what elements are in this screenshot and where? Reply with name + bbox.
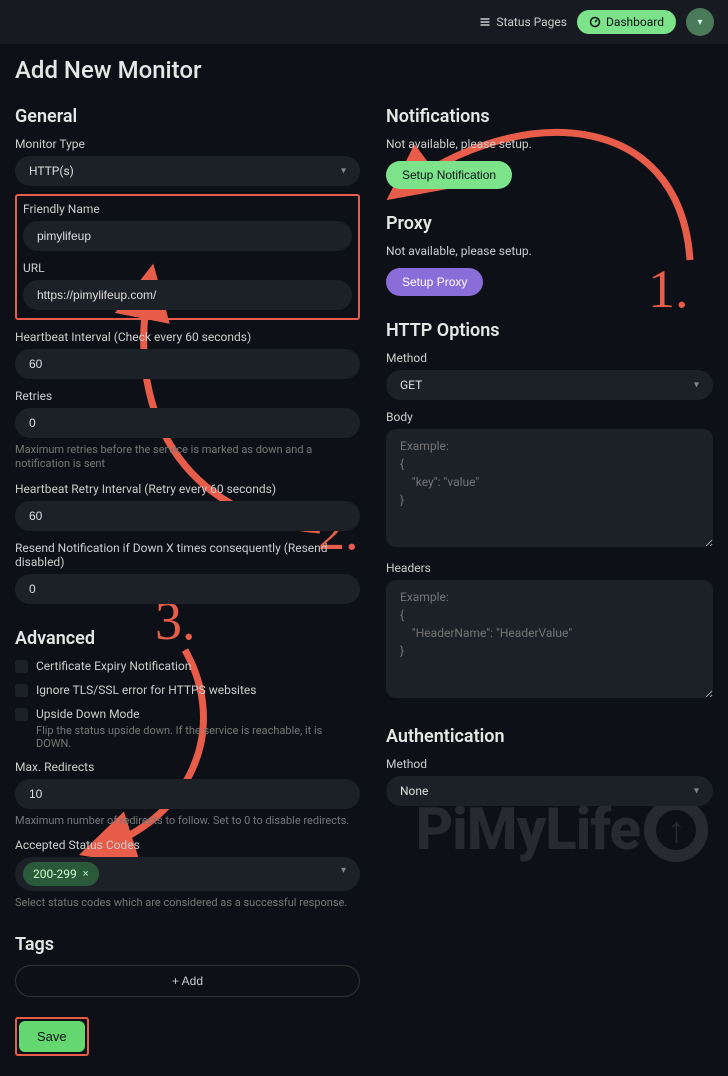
- highlight-box-name-url: Friendly Name URL: [15, 194, 360, 320]
- page-title: Add New Monitor: [15, 56, 713, 84]
- method-label: Method: [386, 351, 713, 365]
- resend-input[interactable]: [15, 574, 360, 604]
- close-icon[interactable]: ×: [83, 867, 89, 880]
- notifications-heading: Notifications: [386, 106, 713, 127]
- setup-proxy-button[interactable]: Setup Proxy: [386, 268, 483, 296]
- max-redirects-input[interactable]: [15, 779, 360, 809]
- max-redirects-label: Max. Redirects: [15, 760, 360, 774]
- topbar: Status Pages Dashboard ▾: [0, 0, 728, 44]
- user-avatar[interactable]: ▾: [686, 8, 714, 36]
- highlight-box-save: Save: [15, 1017, 89, 1056]
- cert-expiry-checkbox[interactable]: Certificate Expiry Notification: [15, 659, 360, 673]
- ignore-tls-label: Ignore TLS/SSL error for HTTPS websites: [36, 683, 256, 697]
- gauge-icon: [589, 16, 601, 28]
- auth-method-select[interactable]: None: [386, 776, 713, 806]
- list-icon: [479, 16, 491, 28]
- max-redirects-hint: Maximum number of redirects to follow. S…: [15, 814, 360, 828]
- headers-label: Headers: [386, 561, 713, 575]
- headers-textarea[interactable]: [386, 580, 713, 698]
- tags-heading: Tags: [15, 934, 360, 955]
- upside-down-label: Upside Down Mode: [36, 707, 140, 721]
- status-code-chip-label: 200-299: [33, 867, 77, 881]
- retry-interval-input[interactable]: [15, 501, 360, 531]
- friendly-name-label: Friendly Name: [23, 202, 352, 216]
- url-input[interactable]: [23, 280, 352, 310]
- status-codes-hint: Select status codes which are considered…: [15, 896, 360, 910]
- body-label: Body: [386, 410, 713, 424]
- notifications-not-available: Not available, please setup.: [386, 137, 713, 151]
- method-select[interactable]: GET: [386, 370, 713, 400]
- status-codes-select[interactable]: 200-299 ×: [15, 857, 360, 891]
- status-pages-label: Status Pages: [496, 15, 567, 29]
- proxy-not-available: Not available, please setup.: [386, 244, 713, 258]
- dashboard-button[interactable]: Dashboard: [577, 10, 676, 34]
- checkbox-icon: [15, 708, 28, 721]
- retries-hint: Maximum retries before the service is ma…: [15, 443, 360, 472]
- resend-label: Resend Notification if Down X times cons…: [15, 541, 360, 569]
- auth-method-label: Method: [386, 757, 713, 771]
- add-tag-button[interactable]: + Add: [15, 965, 360, 997]
- status-code-chip[interactable]: 200-299 ×: [23, 862, 99, 886]
- upside-down-checkbox[interactable]: Upside Down Mode: [15, 707, 360, 721]
- advanced-heading: Advanced: [15, 628, 360, 649]
- monitor-type-select[interactable]: HTTP(s): [15, 156, 360, 186]
- cert-expiry-label: Certificate Expiry Notification: [36, 659, 191, 673]
- checkbox-icon: [15, 684, 28, 697]
- setup-notification-button[interactable]: Setup Notification: [386, 161, 512, 189]
- proxy-heading: Proxy: [386, 213, 713, 234]
- heartbeat-interval-input[interactable]: [15, 349, 360, 379]
- auth-heading: Authentication: [386, 726, 713, 747]
- retries-input[interactable]: [15, 408, 360, 438]
- dashboard-label: Dashboard: [606, 15, 664, 29]
- friendly-name-input[interactable]: [23, 221, 352, 251]
- status-pages-link[interactable]: Status Pages: [479, 15, 567, 29]
- save-button[interactable]: Save: [19, 1021, 85, 1052]
- status-codes-label: Accepted Status Codes: [15, 838, 360, 852]
- monitor-type-label: Monitor Type: [15, 137, 360, 151]
- body-textarea[interactable]: [386, 429, 713, 547]
- ignore-tls-checkbox[interactable]: Ignore TLS/SSL error for HTTPS websites: [15, 683, 360, 697]
- retries-label: Retries: [15, 389, 360, 403]
- checkbox-icon: [15, 660, 28, 673]
- retry-interval-label: Heartbeat Retry Interval (Retry every 60…: [15, 482, 360, 496]
- http-options-heading: HTTP Options: [386, 320, 713, 341]
- heartbeat-interval-label: Heartbeat Interval (Check every 60 secon…: [15, 330, 360, 344]
- url-label: URL: [23, 261, 352, 275]
- general-heading: General: [15, 106, 360, 127]
- upside-down-hint: Flip the status upside down. If the serv…: [36, 724, 360, 750]
